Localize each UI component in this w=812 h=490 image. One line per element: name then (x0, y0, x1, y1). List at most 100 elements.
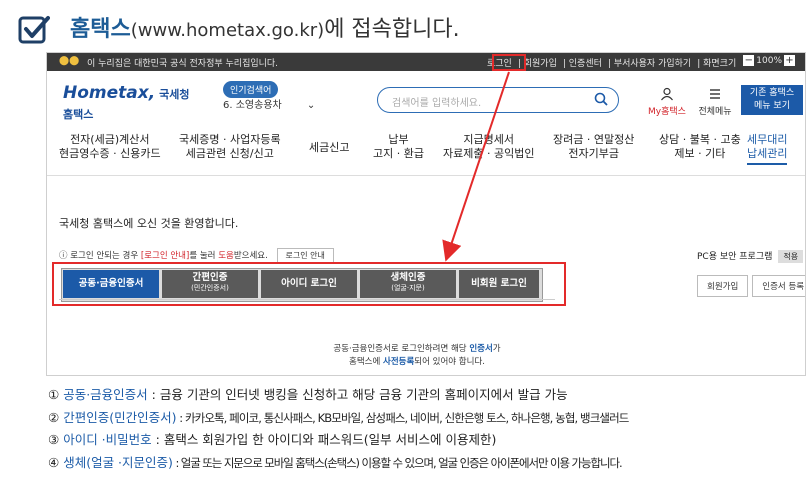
nav-label-1: 세금신고 (309, 141, 350, 154)
my-hometax-button[interactable]: My홈택스 (647, 87, 687, 117)
pc-security-apply-button[interactable]: 적용 (778, 250, 804, 263)
popular-search-item[interactable]: 6. 소영송용차 ⌄ (223, 96, 363, 111)
zoom-control: −100% + (741, 55, 797, 66)
desc-num: ② (48, 409, 60, 425)
pc-security-label: PC용 보안 프로그램 (697, 252, 773, 262)
old-hometax-line1: 기존 홈택스 (749, 88, 795, 98)
signup-link[interactable]: 회원가입 (524, 59, 557, 69)
side-buttons: 회원가입 인증서 등록 (697, 274, 805, 297)
nav-label-2: 전자기부금 (568, 147, 619, 160)
nav-consulting[interactable]: 상담 · 불복 · 고충 제보 · 기타 (659, 133, 741, 161)
desc-text: : 홈택스 회원가입 한 아이디와 패스워드(일부 서비스에 이용제한) (151, 432, 497, 447)
nav-tax-agent[interactable]: 세무대리 납세관리 (747, 133, 788, 165)
login-help-post: 받으세요. (233, 251, 268, 261)
nav-label-1: 지급명세서 (463, 133, 515, 146)
desc-item-2: ② 간편인증(민간인증서) : 카카오톡, 페이코, 통신사패스, KB모바일,… (48, 407, 808, 430)
desc-term: 생체(얼굴 ·지문인증) (63, 454, 173, 470)
checkbox-icon (18, 16, 50, 44)
cert-msg-2-end: 되어 있어야 합니다. (414, 357, 485, 367)
main-nav: 전자(세금)계산서 현금영수증 · 신용카드 국세증명 · 사업자등록 세금관련 신… (47, 133, 805, 175)
nav-label-2: 제보 · 기타 (674, 147, 726, 160)
nav-label-2: 현금영수증 · 신용카드 (59, 147, 161, 160)
zoom-in-button[interactable]: + (784, 55, 795, 66)
screen-size-label: 화면크기 (703, 59, 737, 69)
desc-num: ③ (48, 432, 60, 447)
cert-register-button[interactable]: 인증서 등록 (752, 275, 805, 297)
search-input[interactable]: 검색어를 입력하세요. (377, 87, 619, 113)
desc-item-1: ① 공동·금융인증서 : 금융 기관의 인터넷 뱅킹을 신청하고 해당 금융 기… (48, 384, 808, 407)
cert-msg-1-end: 가 (492, 344, 501, 354)
cert-msg-2-blue: 사전등록 (383, 357, 415, 367)
signup-button[interactable]: 회원가입 (697, 275, 749, 297)
login-help-red: 도움 (218, 251, 234, 261)
login-help-mid: 를 눌러 (189, 251, 219, 261)
login-highlight-box (492, 54, 526, 71)
hometax-screenshot: ⬤⬤ 이 누리집은 대한민국 공식 전자정부 누리집입니다. 로그인 | 회원가입… (46, 52, 806, 376)
nav-tax-filing[interactable]: 세금신고 (309, 141, 349, 155)
desc-text: : 얼굴 또는 지문으로 모바일 홈택스(손택스) 이용할 수 있으며, 얼굴 … (172, 455, 622, 470)
cert-msg-1-blue: 인증서 (469, 344, 493, 354)
gov-banner-text: 이 누리집은 대한민국 공식 전자정부 누리집입니다. (87, 59, 279, 69)
logo-text: Hometax, (63, 83, 156, 103)
hamburger-icon (710, 89, 720, 99)
desc-item-4: ④ 생체(얼굴 ·지문인증) : 얼굴 또는 지문으로 모바일 홈택스(손택스)… (48, 452, 808, 475)
chevron-down-icon: ⌄ (306, 100, 316, 111)
zoom-value: 100% (756, 56, 782, 66)
nav-incentive[interactable]: 장려금 · 연말정산 전자기부금 (553, 133, 634, 161)
welcome-text: 국세청 홈택스에 오신 것을 환영합니다. (59, 217, 239, 230)
desc-text: : 금융 기관의 인터넷 뱅킹을 신청하고 해당 금융 기관의 홈페이지에서 발… (147, 387, 568, 402)
nav-label-1: 세무대리 (747, 133, 788, 146)
nav-label-2: 자료제출 · 공익법인 (443, 147, 535, 160)
nav-payment[interactable]: 납부 고지 · 환급 (373, 133, 424, 161)
cert-message: 공동·금융인증서로 로그인하려면 해당 인증서가 홈택스에 사전등록되어 있어야… (247, 343, 587, 369)
old-hometax-line2: 메뉴 보기 (754, 101, 790, 111)
hometax-logo[interactable]: Hometax, 국세청홈택스 (63, 83, 193, 121)
info-icon: ⓘ (59, 251, 71, 261)
search-icon[interactable] (594, 92, 608, 106)
slide-title-url: (www.hometax.go.kr) (130, 20, 325, 41)
nav-divider (47, 175, 805, 176)
nav-label-2: 세금관련 신청/신고 (185, 147, 274, 160)
nav-label-1: 국세증명 · 사업자등록 (179, 133, 281, 146)
nav-label-2: 납세관리 (747, 147, 788, 160)
cert-msg-2: 홈택스에 (349, 357, 384, 367)
nav-tax-certificates[interactable]: 국세증명 · 사업자등록 세금관련 신청/신고 (179, 133, 281, 161)
nav-label-2: 고지 · 환급 (373, 147, 424, 160)
zoom-out-button[interactable]: − (743, 55, 755, 66)
slide-title: 홈택스(www.hometax.go.kr)에 접속합니다. (70, 14, 460, 47)
popular-search-text: 6. 소영송용차 (223, 100, 282, 111)
dept-user-link[interactable]: 부서사용자 가입하기 (614, 59, 691, 69)
search-placeholder: 검색어를 입력하세요. (392, 98, 482, 109)
tabs-highlight-box (52, 262, 566, 306)
nav-label-1: 납부 (388, 133, 409, 146)
slide-title-rest: 에 접속합니다. (324, 17, 460, 42)
nav-e-invoice[interactable]: 전자(세금)계산서 현금영수증 · 신용카드 (59, 133, 161, 161)
gov-logo: ⬤⬤ (59, 56, 80, 66)
my-hometax-label: My홈택스 (648, 107, 686, 117)
login-guide-button[interactable]: 로그인 안내 (276, 248, 334, 263)
login-guide-link[interactable]: [로그인 안내] (141, 251, 189, 261)
desc-term: 공동·금융인증서 (63, 387, 148, 402)
old-hometax-button[interactable]: 기존 홈택스 메뉴 보기 (741, 85, 803, 115)
desc-item-3: ③ 아이디 ·비밀번호 : 홈택스 회원가입 한 아이디와 패스워드(일부 서비… (48, 429, 808, 452)
desc-num: ① (48, 387, 60, 402)
nav-payment-statement[interactable]: 지급명세서 자료제출 · 공익법인 (443, 133, 534, 161)
all-menu-label: 전체메뉴 (698, 107, 732, 117)
desc-term: 아이디 ·비밀번호 (63, 432, 152, 447)
desc-term: 간편인증(민간인증서) (63, 409, 177, 425)
cert-center-link[interactable]: 인증센터 (569, 59, 602, 69)
desc-text: : 카카오톡, 페이코, 통신사패스, KB모바일, 삼성패스, 네이버, 신한… (176, 410, 629, 425)
nav-label-1: 장려금 · 연말정산 (553, 133, 635, 146)
cert-msg-1: 공동·금융인증서로 로그인하려면 해당 (333, 344, 470, 354)
user-icon (661, 87, 673, 101)
login-help: ⓘ 로그인 안되는 경우 [로그인 안내]를 눌러 도움받으세요. 로그인 안내 (59, 248, 334, 263)
nav-label-1: 전자(세금)계산서 (70, 133, 150, 146)
slide-title-main: 홈택스 (70, 17, 131, 42)
nav-label-1: 상담 · 불복 · 고충 (659, 133, 741, 146)
pc-security: PC용 보안 프로그램 적용 (697, 249, 804, 263)
login-help-pre: 로그인 안되는 경우 (70, 251, 141, 261)
description-list: ① 공동·금융인증서 : 금융 기관의 인터넷 뱅킹을 신청하고 해당 금융 기… (48, 384, 808, 474)
desc-num: ④ (48, 454, 60, 470)
all-menu-button[interactable]: 전체메뉴 (695, 87, 735, 117)
gov-banner: ⬤⬤ 이 누리집은 대한민국 공식 전자정부 누리집입니다. 로그인 | 회원가입… (47, 53, 805, 71)
